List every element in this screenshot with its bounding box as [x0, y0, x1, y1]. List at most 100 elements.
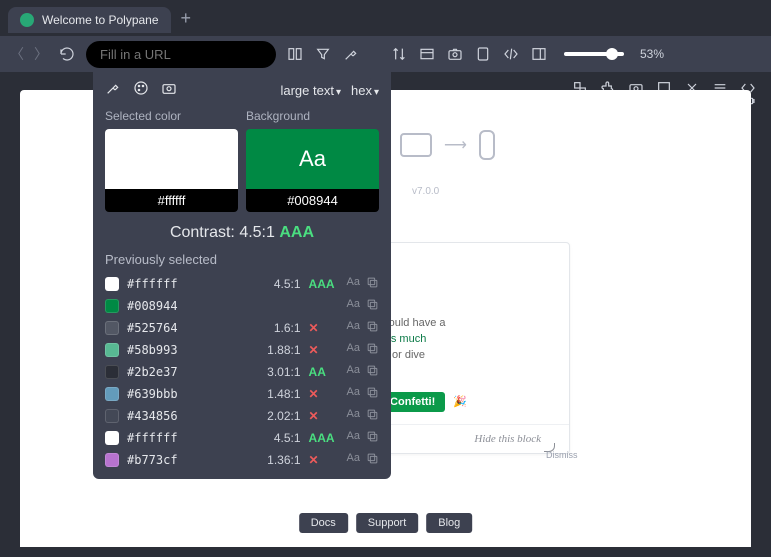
zoom-slider[interactable]	[564, 52, 624, 56]
history-row[interactable]: #525764 1.6:1 ✕ Aa	[93, 317, 391, 339]
history-row[interactable]: #2b2e373.01:1AAAa	[93, 361, 391, 383]
sample-icon[interactable]: Aa	[347, 276, 360, 292]
sample-icon[interactable]: Aa	[347, 430, 360, 446]
url-input[interactable]	[86, 41, 276, 68]
history-swatch	[105, 365, 119, 379]
copy-icon[interactable]	[366, 364, 379, 380]
device-illustration: ⟶	[400, 130, 495, 160]
back-button[interactable]: 〈	[10, 44, 24, 64]
history-hex: #008944	[127, 299, 293, 313]
copy-icon[interactable]	[366, 430, 379, 446]
history-rating: ✕	[309, 321, 339, 335]
sample-icon[interactable]: Aa	[347, 364, 360, 380]
history-row[interactable]: #ffffff 4.5:1 AAA Aa	[93, 427, 391, 449]
zoom-percent: 53%	[640, 47, 664, 61]
copy-icon[interactable]	[366, 276, 379, 292]
history-row[interactable]: #434856 2.02:1 ✕ Aa	[93, 405, 391, 427]
footer-nav: Docs Support Blog	[299, 513, 473, 533]
history-row[interactable]: #b773cf1.36:1✕Aa	[93, 449, 391, 471]
history-row[interactable]: #008944 Aa	[93, 295, 391, 317]
history-ratio: 4.5:1	[274, 431, 301, 445]
toolbar: 〈 〉 53%	[0, 36, 771, 72]
history-hex: #b773cf	[127, 453, 259, 467]
forward-button[interactable]: 〉	[34, 44, 48, 64]
support-button[interactable]: Support	[356, 513, 419, 533]
format-select[interactable]: hex▾	[351, 83, 379, 98]
new-tab-button[interactable]: +	[181, 8, 192, 29]
history-swatch	[105, 409, 119, 423]
sync-scroll-icon[interactable]	[390, 45, 408, 63]
copy-icon[interactable]	[366, 342, 379, 358]
copy-icon[interactable]	[366, 452, 379, 468]
copy-icon[interactable]	[366, 298, 379, 314]
sample-icon[interactable]: Aa	[347, 298, 360, 314]
text-size-select[interactable]: large text▾	[280, 83, 341, 98]
palette-icon[interactable]	[133, 80, 149, 101]
copy-icon[interactable]	[366, 408, 379, 424]
eyedropper-icon[interactable]	[342, 45, 360, 63]
history-hex: #58b993	[127, 343, 259, 357]
panes-icon[interactable]	[286, 45, 304, 63]
browser-tab[interactable]: Welcome to Polypane	[8, 7, 171, 33]
background-swatch[interactable]: Aa	[246, 129, 379, 189]
history-rating: ✕	[309, 409, 339, 423]
contrast-result: Contrast: 4.5:1 AAA	[93, 212, 391, 252]
filter-icon[interactable]	[314, 45, 332, 63]
sample-icon[interactable]: Aa	[347, 320, 360, 336]
version-label: v7.0.0	[412, 186, 439, 197]
history-swatch	[105, 277, 119, 291]
blog-button[interactable]: Blog	[426, 513, 472, 533]
history-hex: #ffffff	[127, 431, 266, 445]
sample-icon[interactable]: Aa	[347, 386, 360, 402]
history-ratio: 4.5:1	[274, 277, 301, 291]
history-swatch	[105, 387, 119, 401]
camera-icon[interactable]	[446, 45, 464, 63]
history-rating: ✕	[309, 387, 339, 401]
history-swatch	[105, 453, 119, 467]
app-icon	[20, 13, 34, 27]
hide-block-link[interactable]: Hide this block	[474, 433, 555, 445]
history-hex: #525764	[127, 321, 266, 335]
history-ratio: 2.02:1	[267, 409, 300, 423]
history-swatch	[105, 299, 119, 313]
code-icon[interactable]	[502, 45, 520, 63]
history-rating: ✕	[309, 453, 339, 467]
dismiss-link[interactable]: Dismiss	[546, 450, 751, 460]
copy-icon[interactable]	[366, 320, 379, 336]
sample-icon[interactable]: Aa	[347, 452, 360, 468]
history-swatch	[105, 431, 119, 445]
selected-hex: #ffffff	[105, 189, 238, 212]
title-bar: Welcome to Polypane +	[0, 0, 771, 36]
history-row[interactable]: #ffffff 4.5:1 AAA Aa	[93, 273, 391, 295]
history-rating: AA	[309, 365, 339, 379]
history-rating: AAA	[309, 277, 339, 291]
history-label: Previously selected	[93, 252, 391, 273]
panel-toggle-icon[interactable]	[530, 45, 548, 63]
copy-icon[interactable]	[366, 386, 379, 402]
history-swatch	[105, 343, 119, 357]
layout-icon[interactable]	[418, 45, 436, 63]
background-color-label: Background	[246, 109, 379, 123]
reload-button[interactable]	[58, 45, 76, 63]
history-rating: AAA	[309, 431, 339, 445]
device-icon[interactable]	[474, 45, 492, 63]
history-row[interactable]: #639bbb 1.48:1 ✕ Aa	[93, 383, 391, 405]
history-ratio: 1.88:1	[267, 343, 300, 357]
history-ratio: 1.6:1	[274, 321, 301, 335]
history-hex: #ffffff	[127, 277, 266, 291]
camera-icon[interactable]	[161, 80, 177, 101]
sample-icon[interactable]: Aa	[347, 342, 360, 358]
history-ratio: 3.01:1	[267, 365, 300, 379]
history-hex: #434856	[127, 409, 259, 423]
sparkle-icon: 🎉	[453, 395, 467, 408]
color-contrast-panel: large text▾ hex▾ Selected color #ffffff …	[93, 72, 391, 479]
docs-button[interactable]: Docs	[299, 513, 348, 533]
history-hex: #639bbb	[127, 387, 259, 401]
eyedropper-icon[interactable]	[105, 80, 121, 101]
history-ratio: 1.48:1	[267, 387, 300, 401]
sample-icon[interactable]: Aa	[347, 408, 360, 424]
selected-swatch[interactable]	[105, 129, 238, 189]
history-rating: ✕	[309, 343, 339, 357]
history-row[interactable]: #58b993 1.88:1 ✕ Aa	[93, 339, 391, 361]
selected-color-label: Selected color	[105, 109, 238, 123]
